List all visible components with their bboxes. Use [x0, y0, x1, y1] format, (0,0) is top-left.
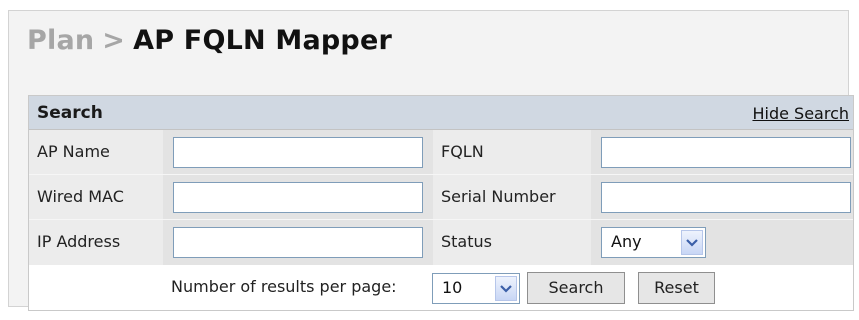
wired-mac-label: Wired MAC: [37, 187, 124, 206]
search-panel-title: Search: [37, 103, 103, 123]
results-per-page-value: 10: [442, 278, 463, 297]
search-row-1: AP Name FQLN: [29, 130, 853, 175]
search-panel: Search Hide Search AP Name FQLN Wired MA…: [28, 95, 854, 311]
serial-number-input[interactable]: [601, 182, 851, 213]
fqln-label: FQLN: [441, 142, 484, 161]
breadcrumb-current: AP FQLN Mapper: [133, 25, 392, 56]
search-actions-row: Number of results per page: 10 Search Re…: [29, 265, 853, 310]
reset-button[interactable]: Reset: [638, 272, 715, 304]
fqln-input[interactable]: [601, 137, 851, 168]
ip-address-label: IP Address: [37, 232, 121, 251]
ip-address-input[interactable]: [173, 227, 423, 258]
chevron-down-icon[interactable]: [681, 230, 703, 255]
breadcrumb-separator: >: [102, 25, 126, 56]
ap-name-input[interactable]: [173, 137, 423, 168]
hide-search-link[interactable]: Hide Search: [752, 104, 849, 123]
mapper-container: Plan > AP FQLN Mapper Search Hide Search A…: [8, 10, 854, 311]
wired-mac-input[interactable]: [173, 182, 423, 213]
ap-name-label: AP Name: [37, 142, 110, 161]
page-title: Plan > AP FQLN Mapper: [27, 25, 392, 56]
search-row-3: IP Address Status Any: [29, 220, 853, 265]
results-per-page-select[interactable]: 10: [432, 273, 520, 304]
breadcrumb-parent[interactable]: Plan: [27, 25, 94, 56]
search-row-2: Wired MAC Serial Number: [29, 175, 853, 220]
status-selected-value: Any: [611, 232, 642, 251]
results-per-page-label: Number of results per page:: [171, 277, 397, 296]
search-panel-header: Search Hide Search: [29, 96, 853, 130]
search-button[interactable]: Search: [527, 272, 625, 304]
chevron-down-icon[interactable]: [495, 276, 517, 301]
status-select[interactable]: Any: [601, 227, 706, 258]
serial-number-label: Serial Number: [441, 187, 556, 206]
status-label: Status: [441, 232, 492, 251]
